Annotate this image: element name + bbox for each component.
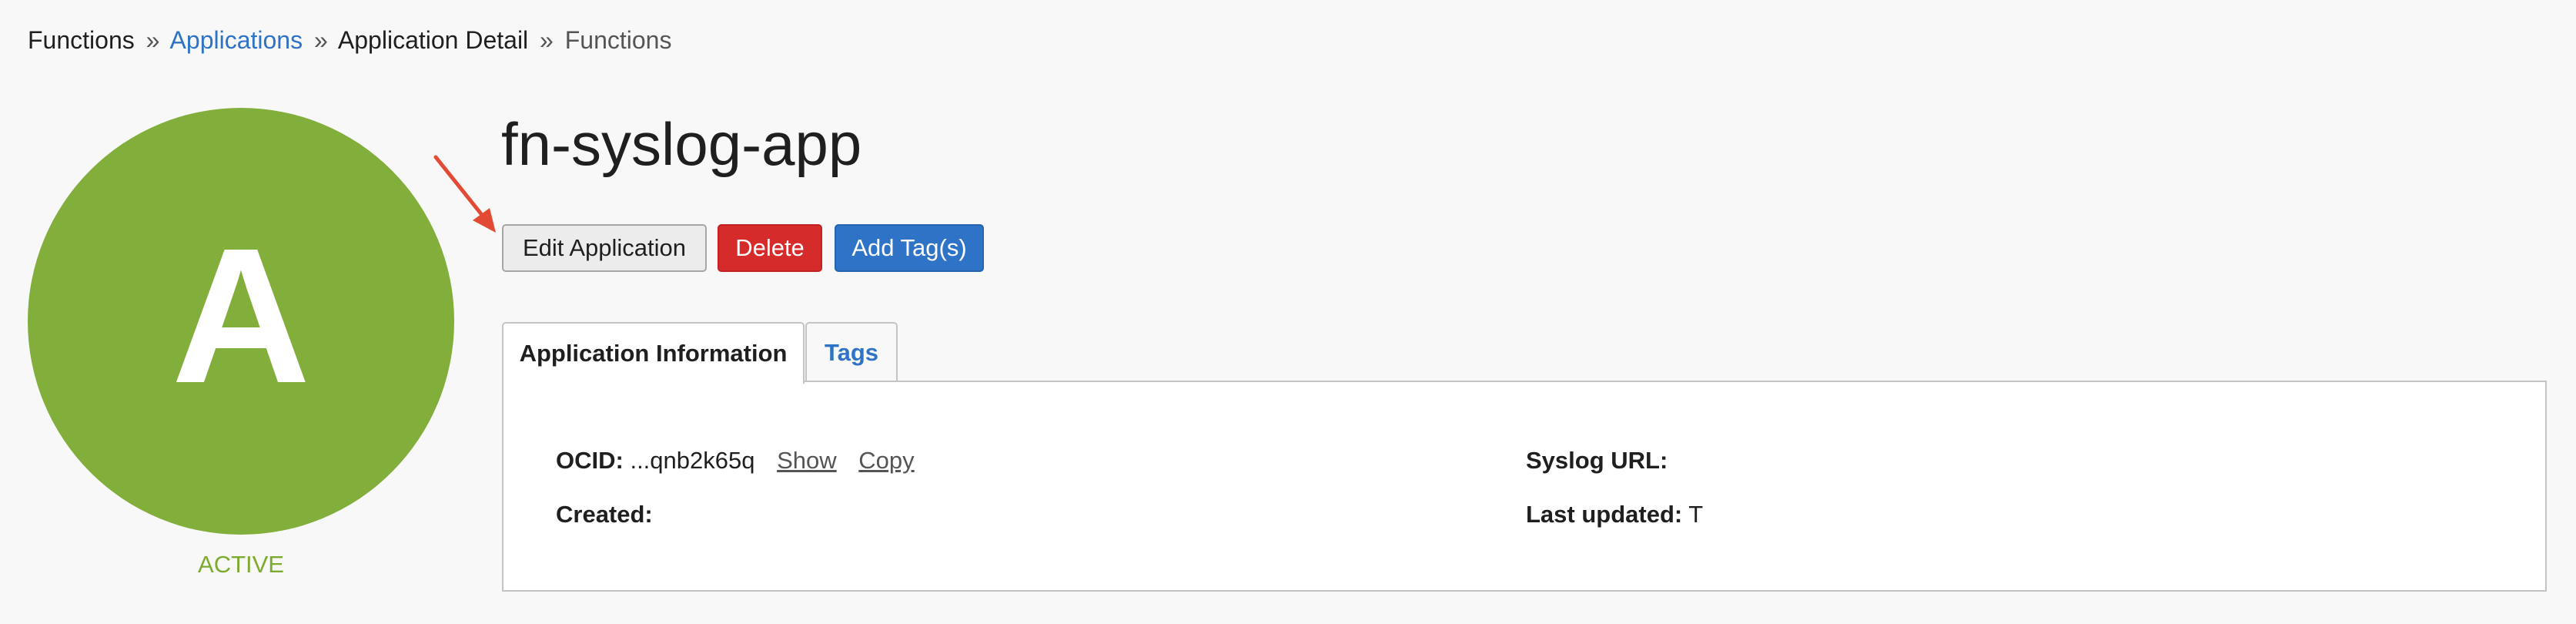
last-updated-field: Last updated: T [1526, 501, 2079, 529]
ocid-label: OCID: [556, 447, 624, 474]
ocid-field: OCID: ...qnb2k65q Show Copy [556, 447, 915, 475]
application-information-panel: OCID: ...qnb2k65q Show Copy Created: Sys… [502, 381, 2547, 592]
ocid-value: ...qnb2k65q [630, 447, 755, 474]
breadcrumb-applications-link[interactable]: Applications [170, 26, 303, 54]
tab-application-information[interactable]: Application Information [502, 322, 805, 384]
add-tags-button[interactable]: Add Tag(s) [835, 224, 984, 272]
delete-button[interactable]: Delete [718, 224, 822, 272]
syslog-url-field: Syslog URL: [1526, 447, 1668, 475]
app-avatar: A [28, 108, 454, 535]
breadcrumb-current: Functions [564, 26, 672, 54]
breadcrumb-application-detail[interactable]: Application Detail [338, 26, 528, 54]
status-badge: ACTIVE [198, 551, 284, 578]
red-arrow-icon [433, 155, 496, 233]
redacted-block [659, 502, 1045, 529]
last-updated-value: T [1688, 501, 1703, 528]
breadcrumb: Functions » Applications » Application D… [28, 26, 671, 55]
last-updated-label: Last updated: [1526, 501, 1683, 528]
breadcrumb-separator: » [313, 26, 328, 54]
tab-tags[interactable]: Tags [805, 322, 898, 382]
ocid-show-link[interactable]: Show [777, 447, 837, 474]
breadcrumb-functions[interactable]: Functions [28, 26, 135, 54]
edit-application-button[interactable]: Edit Application [502, 224, 707, 272]
redacted-block [1709, 502, 2079, 529]
breadcrumb-separator: » [146, 26, 160, 54]
breadcrumb-separator: » [540, 26, 554, 54]
created-field: Created: [556, 501, 1045, 529]
page-title: fn-syslog-app [501, 110, 862, 178]
syslog-url-label: Syslog URL: [1526, 447, 1668, 474]
ocid-copy-link[interactable]: Copy [858, 447, 914, 474]
created-label: Created: [556, 501, 653, 528]
avatar-letter: A [171, 208, 311, 423]
